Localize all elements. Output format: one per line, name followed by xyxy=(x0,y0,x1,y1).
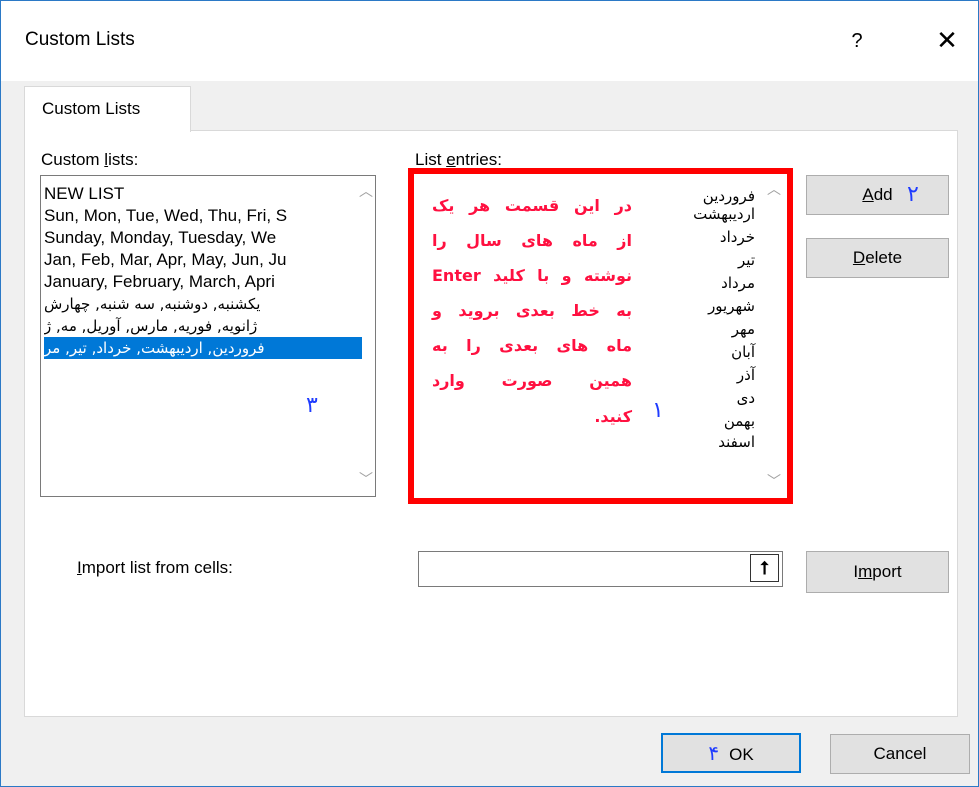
list-entries-label-suffix: ntries: xyxy=(455,150,502,169)
month-entry: دی xyxy=(736,389,755,407)
tab-label: Custom Lists xyxy=(42,99,141,118)
import-range-input[interactable] xyxy=(418,551,783,587)
list-item[interactable]: یکشنبه, دوشنبه, سه شنبه, چهارش xyxy=(44,293,362,315)
add-button[interactable]: Add xyxy=(806,175,949,215)
month-entry: فروردین xyxy=(702,187,755,205)
annotation-number-one: ١ xyxy=(652,398,664,423)
add-button-label: dd xyxy=(873,185,893,204)
scroll-down-icon[interactable]: ﹀ xyxy=(359,472,373,486)
list-entries-textbox[interactable]: در این قسمت هر یک از ماه های سال را نوشت… xyxy=(408,168,793,504)
import-list-label-text: mport list from cells: xyxy=(81,558,233,577)
custom-lists-listbox[interactable]: NEW LIST Sun, Mon, Tue, Wed, Thu, Fri, S… xyxy=(40,175,376,497)
delete-button[interactable]: Delete xyxy=(806,238,949,278)
list-item[interactable]: January, February, March, Apri xyxy=(44,271,362,293)
instruction-note-line: در این قسمت هر یک xyxy=(432,196,632,215)
delete-button-label: elete xyxy=(865,248,903,267)
month-entry: اسفند xyxy=(718,433,755,451)
month-entry: خرداد xyxy=(719,228,755,246)
instruction-note-line: کنید. xyxy=(594,407,632,426)
annotation-number-three: ٣ xyxy=(306,393,318,418)
annotation-number-two: ٢ xyxy=(907,182,919,207)
scroll-up-icon[interactable]: ︿ xyxy=(359,184,373,198)
list-item[interactable]: NEW LIST xyxy=(44,183,362,205)
month-entry: مهر xyxy=(731,320,755,338)
month-entry: بهمن xyxy=(723,412,755,430)
import-button-access-key: m xyxy=(858,562,873,581)
help-button[interactable]: ? xyxy=(837,23,877,59)
list-entries-label-prefix: List xyxy=(415,150,447,169)
list-item[interactable]: ژانویه, فوریه, مارس, آوریل, مه, ژ xyxy=(44,315,362,337)
cancel-button[interactable]: Cancel xyxy=(830,734,970,774)
title-bar: Custom Lists ? ✕ xyxy=(1,1,978,81)
custom-lists-label-suffix: ists: xyxy=(108,150,139,169)
list-item-selected[interactable]: فروردین, اردیبهشت, خرداد, تیر, مر xyxy=(44,337,362,359)
import-button-label-end: port xyxy=(872,562,902,581)
instruction-note-line: نوشته و با کلید Enter xyxy=(432,266,632,285)
list-entries-label-access-key: e xyxy=(446,150,456,169)
month-entry: آبان xyxy=(731,343,755,361)
scroll-down-icon[interactable]: ﹀ xyxy=(767,474,781,488)
instruction-note-line: همین صورت وارد xyxy=(432,371,632,390)
list-item[interactable]: Sun, Mon, Tue, Wed, Thu, Fri, S xyxy=(44,205,362,227)
range-picker-icon[interactable]: ⭡ xyxy=(750,554,779,582)
ok-button-label: OK xyxy=(729,745,754,764)
instruction-note-line: ماه های بعدی را به xyxy=(432,336,632,355)
instruction-note-line: به خط بعدی بروید و xyxy=(432,301,632,320)
month-entry: شهریور xyxy=(708,297,755,315)
close-icon[interactable]: ✕ xyxy=(925,21,969,61)
list-item[interactable]: Sunday, Monday, Tuesday, We xyxy=(44,227,362,249)
month-entry: تیر xyxy=(738,251,755,269)
ok-button[interactable]: ۴ OK xyxy=(661,733,801,773)
scroll-up-icon[interactable]: ︿ xyxy=(767,182,781,196)
month-entry: آذر xyxy=(736,366,755,384)
dialog-title: Custom Lists xyxy=(25,29,135,50)
month-entry: اردیبهشت xyxy=(693,205,755,223)
annotation-number-four: ۴ xyxy=(708,741,720,765)
import-list-label: Import list from cells: xyxy=(77,558,233,578)
list-entries-label: List entries: xyxy=(415,150,502,170)
month-entry: مرداد xyxy=(721,274,755,292)
instruction-note-line: از ماه های سال را xyxy=(432,231,632,250)
custom-lists-label: Custom lists: xyxy=(41,150,138,170)
tab-custom-lists[interactable]: Custom Lists xyxy=(24,86,191,132)
import-button[interactable]: Import xyxy=(806,551,949,593)
custom-lists-label-prefix: Custom xyxy=(41,150,105,169)
list-item[interactable]: Jan, Feb, Mar, Apr, May, Jun, Ju xyxy=(44,249,362,271)
add-button-access-key: A xyxy=(862,185,874,204)
custom-lists-dialog: Custom Lists ? ✕ Custom Lists Custom lis… xyxy=(0,0,979,787)
delete-button-access-key: D xyxy=(852,248,866,267)
